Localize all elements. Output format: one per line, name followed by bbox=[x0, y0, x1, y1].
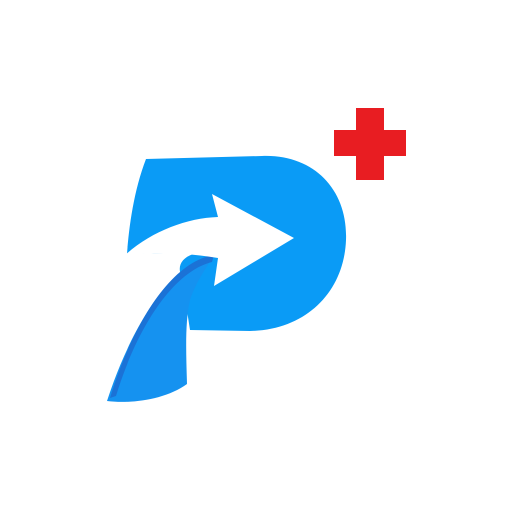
app-logo-icon bbox=[107, 108, 406, 402]
p-arrow-logo-icon bbox=[107, 155, 347, 402]
plus-badge-shape bbox=[334, 108, 406, 180]
plus-badge-icon bbox=[334, 108, 406, 180]
app-icon-canvas bbox=[0, 0, 512, 512]
